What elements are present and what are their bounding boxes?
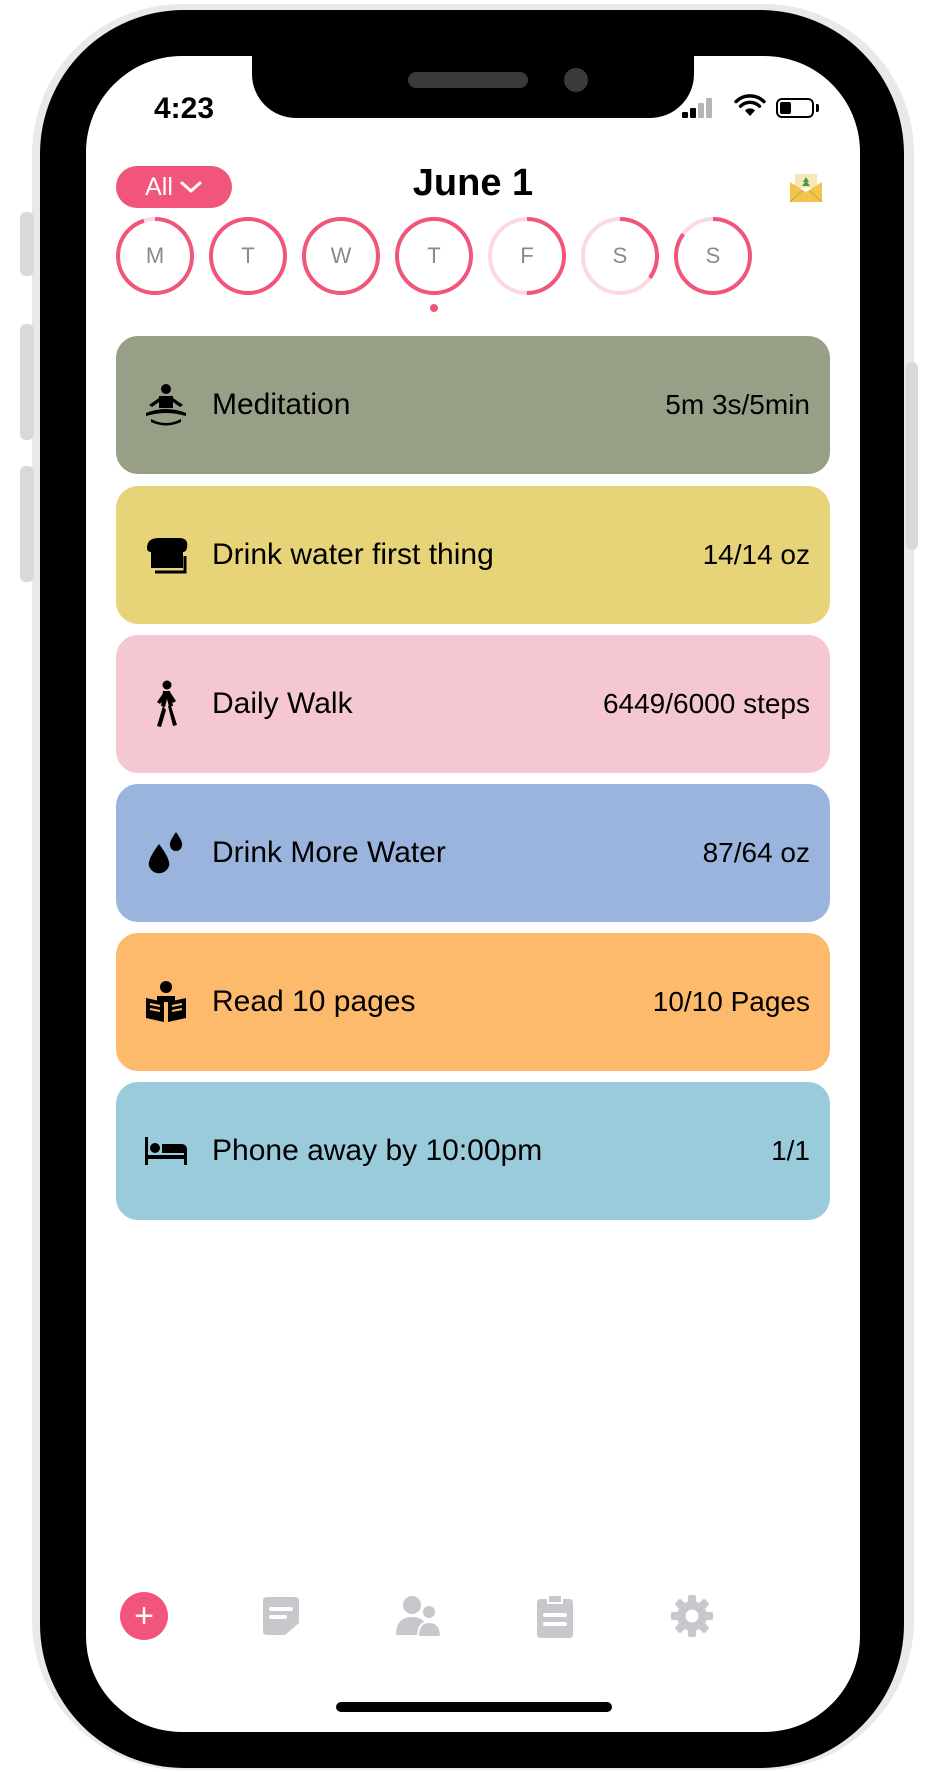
habit-progress: 10/10 Pages: [652, 986, 810, 1017]
volume-down-button: [20, 466, 34, 582]
habit-card-meditation[interactable]: Meditation 5m 3s/5min: [116, 336, 830, 474]
day-label: F: [520, 243, 534, 268]
people-icon: [396, 1596, 442, 1637]
habit-progress: 1/1: [771, 1135, 810, 1166]
day-ring[interactable]: S: [578, 214, 662, 298]
filter-dropdown[interactable]: All: [116, 166, 232, 208]
day-ring[interactable]: T: [392, 214, 476, 312]
habit-name: Daily Walk: [212, 687, 353, 720]
filter-label: All: [145, 172, 173, 201]
habit-name: Drink More Water: [212, 836, 446, 869]
app-screen: 4:23 All June 1 M T W T F S S Meditation 5m 3s…: [86, 56, 860, 1732]
page-title: June 1: [412, 162, 534, 204]
day-label: S: [612, 243, 628, 268]
toast-icon: [142, 531, 190, 579]
habit-progress: 14/14 oz: [702, 539, 810, 570]
meditation-icon: [142, 381, 190, 429]
status-time: 4:23: [154, 92, 215, 125]
front-camera: [564, 68, 588, 92]
day-ring[interactable]: T: [206, 214, 290, 298]
mute-switch: [20, 212, 34, 276]
habit-card-drink-water-first-thing[interactable]: Drink water first thing 14/14 oz: [116, 486, 830, 624]
envelope-icon[interactable]: [788, 170, 824, 204]
week-progress-strip: MTWTFSS: [113, 214, 843, 322]
battery-tip: [816, 104, 819, 112]
walking-icon: [142, 680, 190, 728]
day-ring[interactable]: W: [299, 214, 383, 298]
power-button: [906, 362, 918, 550]
water-drops-icon: [142, 829, 190, 877]
day-ring[interactable]: F: [485, 214, 569, 298]
habit-card-daily-walk[interactable]: Daily Walk 6449/6000 steps: [116, 635, 830, 773]
tab-people[interactable]: [388, 1586, 448, 1646]
volume-up-button: [20, 324, 34, 440]
clipboard-icon: [537, 1594, 573, 1638]
habit-card-read-10-pages[interactable]: Read 10 pages 10/10 Pages: [116, 933, 830, 1071]
day-label: T: [241, 243, 255, 268]
signal-icon: [682, 96, 712, 118]
bed-icon: [142, 1127, 190, 1175]
notes-icon: [263, 1597, 299, 1635]
habit-name: Meditation: [212, 388, 351, 421]
day-label: T: [427, 243, 441, 268]
tab-clipboard[interactable]: [525, 1586, 585, 1646]
notch: [252, 56, 694, 118]
tab-add[interactable]: +: [114, 1586, 174, 1646]
add-icon: +: [120, 1592, 168, 1640]
habit-progress: 6449/6000 steps: [602, 688, 810, 719]
speaker: [408, 72, 528, 88]
chevron-down-icon: [180, 181, 202, 193]
day-label: M: [145, 243, 165, 268]
gear-icon: [671, 1595, 713, 1637]
status-icons: [682, 92, 822, 124]
battery-icon: [776, 98, 814, 118]
day-label: S: [705, 243, 721, 268]
habit-card-phone-away[interactable]: Phone away by 10:00pm 1/1: [116, 1082, 830, 1220]
habit-name: Drink water first thing: [212, 538, 494, 571]
home-indicator: [336, 1702, 612, 1712]
day-ring[interactable]: S: [671, 214, 755, 298]
today-indicator: [430, 304, 438, 312]
habit-progress: 87/64 oz: [702, 837, 810, 868]
tab-settings[interactable]: [662, 1586, 722, 1646]
battery-level: [780, 102, 791, 114]
habit-name: Phone away by 10:00pm: [212, 1134, 543, 1167]
wifi-icon: [734, 94, 766, 116]
day-label: W: [330, 243, 352, 268]
reading-icon: [142, 978, 190, 1026]
habit-name: Read 10 pages: [212, 985, 416, 1018]
tab-notes[interactable]: [251, 1586, 311, 1646]
tab-bar: +: [86, 1586, 860, 1646]
habit-progress: 5m 3s/5min: [665, 389, 810, 420]
day-ring[interactable]: M: [113, 214, 197, 298]
habit-card-drink-more-water[interactable]: Drink More Water 87/64 oz: [116, 784, 830, 922]
